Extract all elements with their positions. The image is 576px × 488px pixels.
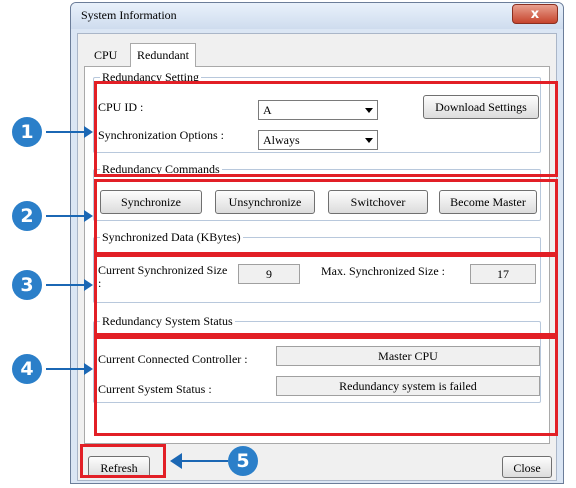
callout-badge-2: 2: [12, 201, 42, 231]
callout-badge-3: 3: [12, 270, 42, 300]
callout-arrow-line: [46, 215, 86, 217]
callout-badge-1: 1: [12, 117, 42, 147]
tab-redundant[interactable]: Redundant: [130, 43, 196, 67]
window-title: System Information: [81, 8, 177, 22]
highlight-box-1: [94, 81, 558, 177]
callout-arrow-line: [46, 131, 86, 133]
highlight-box-4: [94, 336, 558, 436]
callout-arrow-line: [46, 368, 86, 370]
window-close-button[interactable]: x: [512, 4, 558, 24]
callout-arrow-line: [180, 460, 228, 462]
arrow-right-icon: [84, 126, 93, 138]
arrow-right-icon: [84, 210, 93, 222]
tab-cpu[interactable]: CPU: [88, 44, 123, 66]
callout-arrow-line: [46, 284, 86, 286]
arrow-right-icon: [84, 279, 93, 291]
callout-badge-5: 5: [228, 446, 258, 476]
title-bar: System Information x: [71, 3, 563, 29]
highlight-box-2: [94, 179, 558, 255]
callout-badge-4: 4: [12, 354, 42, 384]
close-button[interactable]: Close: [502, 456, 552, 478]
highlight-box-3: [94, 254, 558, 336]
highlight-box-5: [80, 444, 166, 478]
arrow-right-icon: [84, 363, 93, 375]
